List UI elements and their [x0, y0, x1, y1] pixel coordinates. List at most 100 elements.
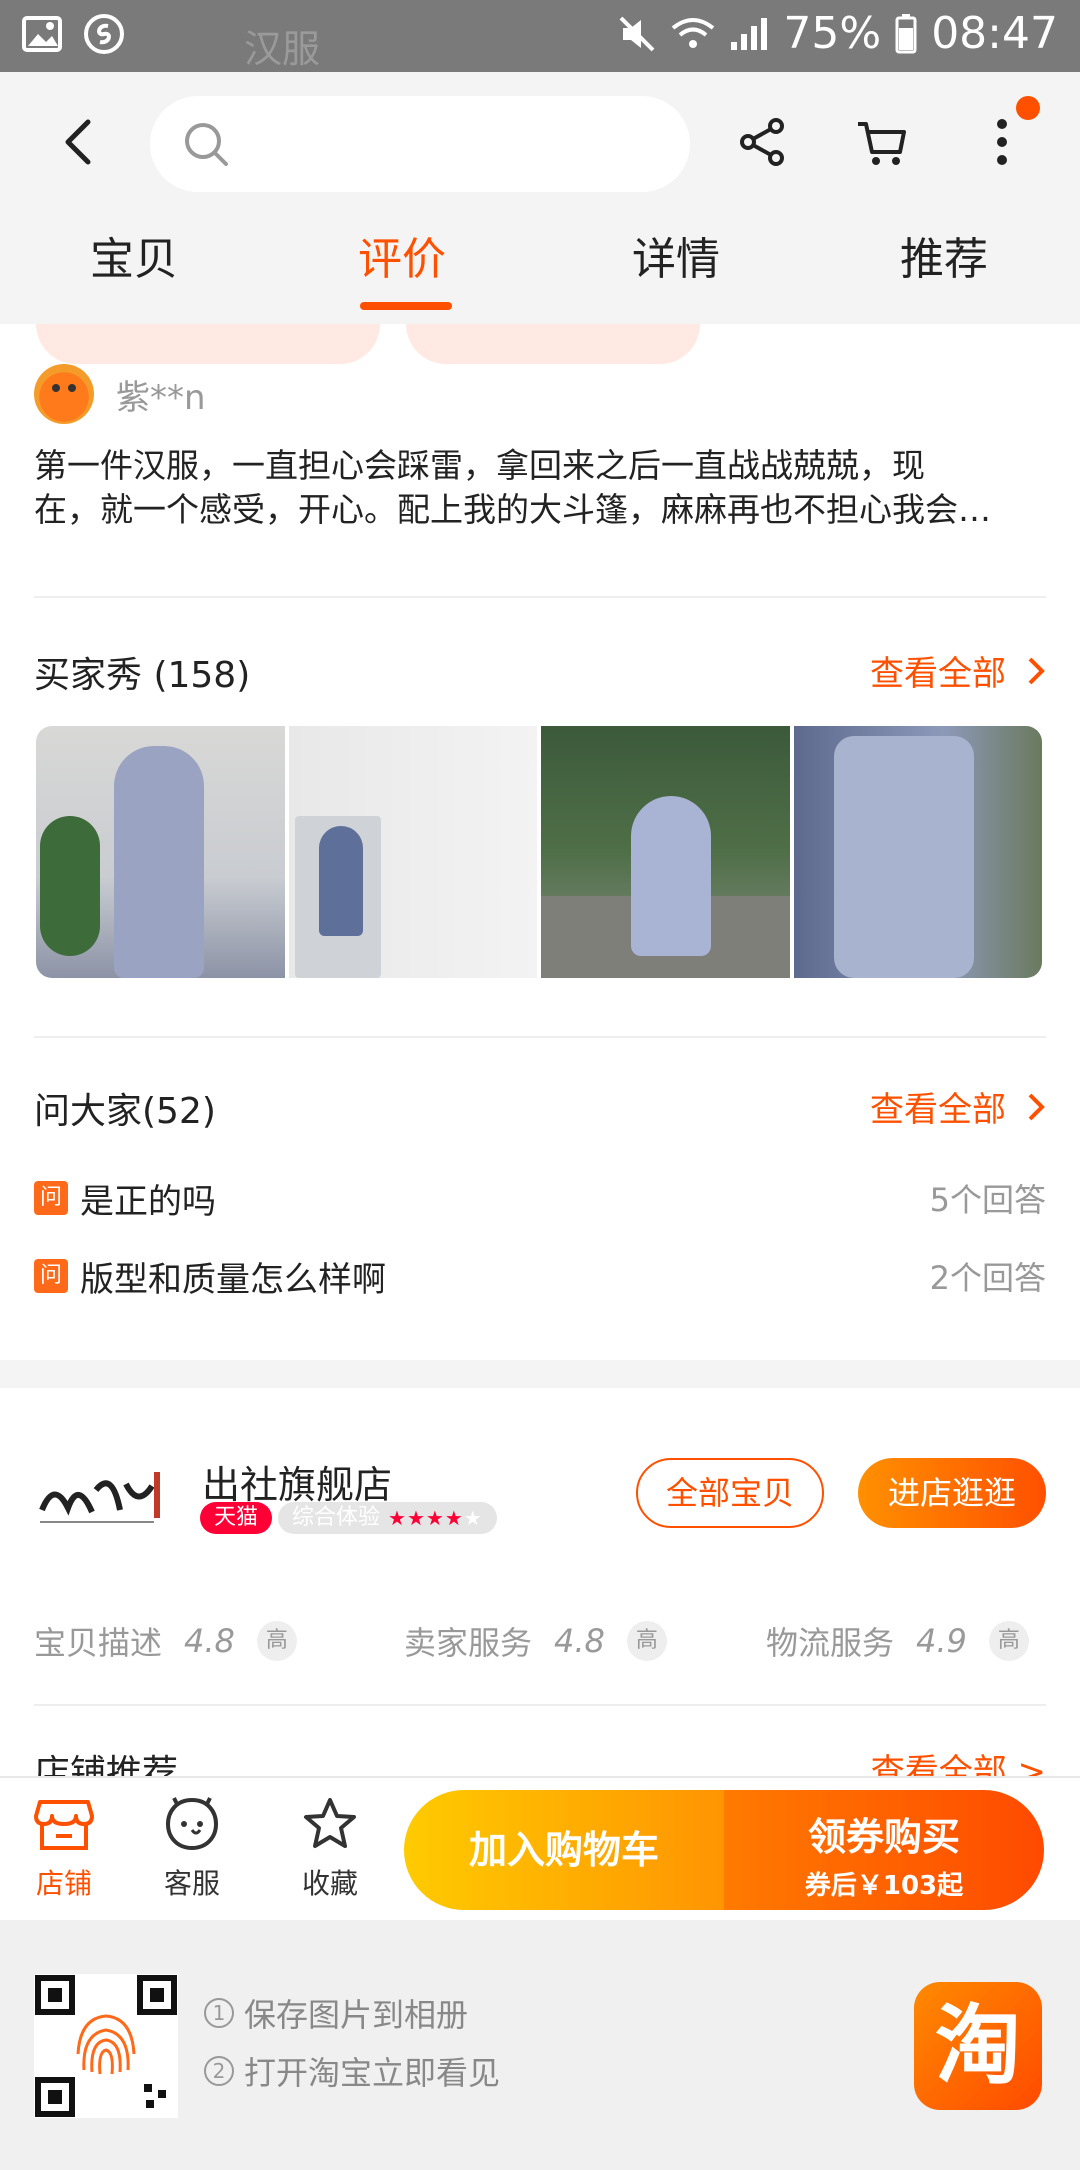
- rating-level: 高: [988, 1621, 1029, 1661]
- tip-text: 保存图片到相册: [244, 1996, 469, 2034]
- avatar: [34, 364, 94, 424]
- rating-value: 4.9: [916, 1622, 967, 1660]
- shop-name[interactable]: 出社旗舰店: [202, 1454, 392, 1509]
- tab-review[interactable]: 评价: [302, 220, 502, 310]
- store-rec-see-all[interactable]: 查看全部 >: [871, 1744, 1046, 1778]
- visit-shop-button[interactable]: 进店逛逛: [858, 1458, 1046, 1528]
- shop-nav-label: 店铺: [35, 1867, 92, 1900]
- service-button[interactable]: 客服: [142, 1796, 242, 1902]
- qa-title: 问大家(52): [34, 1091, 216, 1132]
- share-icon[interactable]: [732, 112, 792, 172]
- open-taobao-tip: 2 打开淘宝立即看见: [204, 2048, 500, 2094]
- review-line: 在，就一个感受，开心。配上我的大斗篷，麻麻再也不担心我会…: [34, 490, 991, 529]
- signal-icon: [731, 17, 768, 50]
- rating-level: 高: [626, 1621, 667, 1661]
- rating-item: 物流服务 4.9 高: [766, 1618, 1029, 1664]
- section-gap: [0, 1360, 1080, 1388]
- bottom-action-bar: 店铺 客服 收藏 加入购物车 领券购买 券后￥103起: [0, 1776, 1080, 1920]
- favorite-button[interactable]: 收藏: [280, 1796, 380, 1902]
- tab-indicator: [360, 302, 452, 310]
- rating-value: 4.8: [554, 1622, 605, 1660]
- chevron-right-icon: [1028, 657, 1045, 684]
- step-two-icon: 2: [204, 2056, 234, 2086]
- shop-ratings: 宝贝描述 4.8 高 卖家服务 4.8 高 物流服务 4.9 高: [34, 1616, 1046, 1666]
- question-text: 是正的吗: [80, 1181, 216, 1222]
- question-text: 版型和质量怎么样啊: [80, 1259, 386, 1300]
- see-all-label: 查看全部: [870, 1090, 1006, 1130]
- shop-logo[interactable]: [34, 1450, 174, 1540]
- tab-recommend[interactable]: 推荐: [844, 220, 1044, 310]
- rating-label: 物流服务: [766, 1624, 895, 1662]
- rating-item: 卖家服务 4.8 高: [404, 1618, 766, 1664]
- notification-dot: [1016, 96, 1040, 120]
- back-icon[interactable]: [50, 112, 110, 172]
- rating-item: 宝贝描述 4.8 高: [34, 1618, 404, 1664]
- review-tag[interactable]: [36, 324, 380, 364]
- taobao-logo: 淘: [914, 1982, 1042, 2110]
- review-text[interactable]: 第一件汉服，一直担心会踩雷，拿回来之后一直战战兢兢，现 在，就一个感受，开心。配…: [34, 444, 1046, 532]
- rating-label: 宝贝描述: [34, 1624, 163, 1662]
- shazam-icon: [84, 14, 124, 54]
- rating-level: 高: [256, 1621, 297, 1661]
- store-rec-title: 店铺推荐: [34, 1753, 179, 1778]
- question-badge: 问: [34, 1259, 68, 1293]
- qa-see-all[interactable]: 查看全部: [870, 1082, 1046, 1131]
- tmall-badge: 天猫: [200, 1502, 273, 1534]
- favorite-label: 收藏: [301, 1867, 358, 1900]
- question-badge: 问: [34, 1181, 68, 1215]
- buyer-photo[interactable]: [793, 726, 1042, 978]
- all-items-button[interactable]: 全部宝贝: [636, 1458, 824, 1528]
- rating-value: 4.8: [184, 1622, 235, 1660]
- tip-text: 打开淘宝立即看见: [244, 2054, 501, 2092]
- tab-item[interactable]: 宝贝: [34, 220, 234, 310]
- nav-header: 汉服 宝贝 评价 详情 推荐: [0, 27, 1080, 324]
- review-tag[interactable]: [406, 324, 700, 364]
- divider: [34, 1704, 1046, 1706]
- experience-badge: 综合体验 ★★★★★: [278, 1502, 497, 1534]
- clock: 08:47: [931, 8, 1058, 59]
- chevron-right-icon: [1028, 1093, 1045, 1120]
- service-label: 客服: [163, 1867, 220, 1900]
- tab-label: 详情: [632, 234, 720, 285]
- answer-count: 5个回答: [929, 1181, 1046, 1219]
- divider: [34, 596, 1046, 598]
- buyer-photos: [36, 726, 1042, 978]
- cart-icon[interactable]: [852, 112, 912, 172]
- product-page: 75% 08:47 汉服 宝贝 评价 详情 推荐 紫**n 第一件汉服，一直担心…: [0, 0, 1080, 2170]
- buyer-photo[interactable]: [541, 726, 790, 978]
- tab-label: 宝贝: [90, 234, 178, 285]
- shop-badges: 天猫 综合体验 ★★★★★: [200, 1502, 497, 1534]
- coupon-buy-button[interactable]: 领券购买 券后￥103起: [724, 1790, 1044, 1910]
- tab-detail[interactable]: 详情: [576, 220, 776, 310]
- rating-label: 卖家服务: [404, 1624, 533, 1662]
- search-input[interactable]: 汉服: [150, 27, 690, 192]
- battery-percent: 75%: [783, 8, 882, 59]
- more-icon[interactable]: [972, 112, 1032, 172]
- share-footer: 1 保存图片到相册 2 打开淘宝立即看见 淘: [0, 1920, 1080, 2170]
- star-icon: [304, 1798, 356, 1848]
- qa-item[interactable]: 问 是正的吗 5个回答: [34, 1176, 1046, 1222]
- add-to-cart-button[interactable]: 加入购物车: [404, 1790, 724, 1910]
- search-icon: [185, 123, 228, 166]
- save-image-tip: 1 保存图片到相册: [204, 1990, 468, 2036]
- buy-title: 领券购买: [807, 1815, 960, 1859]
- buyer-show-see-all[interactable]: 查看全部: [870, 646, 1046, 695]
- step-one-icon: 1: [204, 1998, 234, 2028]
- tab-label: 推荐: [900, 234, 988, 285]
- qr-code-icon: [34, 1974, 178, 2118]
- shop-icon: [34, 1800, 94, 1850]
- purchase-actions: 加入购物车 领券购买 券后￥103起: [404, 1790, 1044, 1910]
- tab-bar: 宝贝 评价 详情 推荐: [0, 220, 1080, 310]
- answer-count: 2个回答: [929, 1259, 1046, 1297]
- customer-service-icon: [165, 1797, 219, 1851]
- buyer-photo[interactable]: [36, 726, 285, 978]
- battery-icon: [895, 13, 917, 53]
- buyer-show-title: 买家秀 (158): [34, 655, 251, 696]
- shop-nav-button[interactable]: 店铺: [14, 1796, 114, 1902]
- buyer-photo[interactable]: [288, 726, 537, 978]
- divider: [34, 1036, 1046, 1038]
- experience-label: 综合体验: [292, 1505, 381, 1530]
- review-header: 紫**n: [34, 364, 206, 424]
- review-line: 第一件汉服，一直担心会踩雷，拿回来之后一直战战兢兢，现: [34, 446, 925, 485]
- qa-item[interactable]: 问 版型和质量怎么样啊 2个回答: [34, 1254, 1046, 1300]
